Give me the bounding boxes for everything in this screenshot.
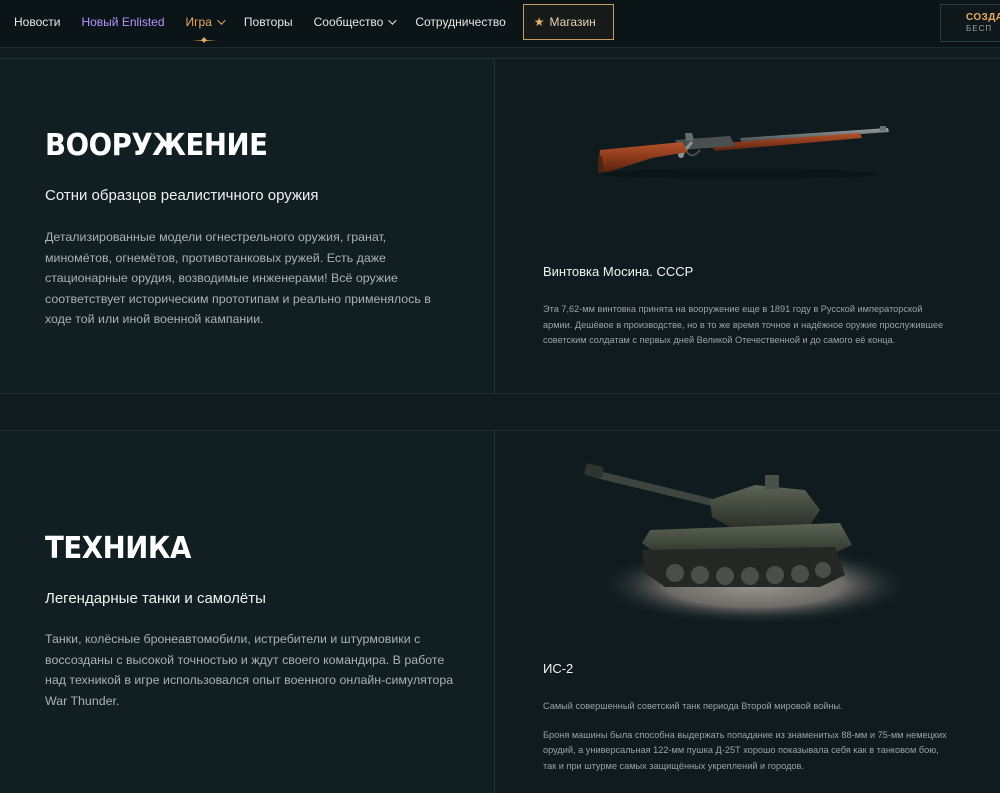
mosin-rifle-image <box>598 126 889 179</box>
nav-game[interactable]: Игра <box>186 0 226 44</box>
create-account-button[interactable]: СОЗДАТ БЕСП <box>940 4 1000 42</box>
chevron-down-icon <box>388 16 398 25</box>
weapons-description: Детализированные модели огнестрельного о… <box>45 230 431 326</box>
vehicle-item-title: ИС-2 <box>543 661 574 676</box>
vehicles-subtitle: Легендарные танки и самолёты <box>45 590 266 607</box>
nav-news[interactable]: Новости <box>14 0 60 44</box>
weapon-item-description: Эта 7,62-мм винтовка принята на вооружен… <box>543 304 944 345</box>
is2-tank-image <box>584 463 910 625</box>
star-icon: ★ <box>533 15 545 29</box>
page: Новости Новый Enlisted Игра Повторы Сооб… <box>0 0 1000 793</box>
nav-community[interactable]: Сообщество <box>314 0 398 44</box>
nav-replays[interactable]: Повторы <box>244 0 293 44</box>
main-menu: Новости Новый Enlisted Игра Повторы Сооб… <box>14 0 614 44</box>
vehicle-item-description: Самый совершенный советский танк периода… <box>543 701 947 771</box>
vehicles-description: Танки, колёсные бронеавтомобили, истреби… <box>45 632 454 708</box>
shop-button[interactable]: ★ Магазин <box>522 4 614 40</box>
weapons-subtitle: Сотни образцов реалистичного оружия <box>45 187 319 204</box>
section-divider <box>494 431 495 793</box>
weapon-item-title: Винтовка Мосина. СССР <box>543 264 694 279</box>
nav-cooperation[interactable]: Сотрудничество <box>415 0 505 44</box>
weapons-heading: ВООРУЖЕНИЕ <box>45 128 268 163</box>
vehicles-heading: ТЕХНИКА <box>45 531 191 566</box>
nav-new-enlisted[interactable]: Новый Enlisted <box>81 0 164 44</box>
active-indicator <box>191 40 217 41</box>
chevron-down-icon <box>217 16 226 25</box>
top-navigation: Новости Новый Enlisted Игра Повторы Сооб… <box>0 0 1000 48</box>
section-divider <box>494 59 495 393</box>
